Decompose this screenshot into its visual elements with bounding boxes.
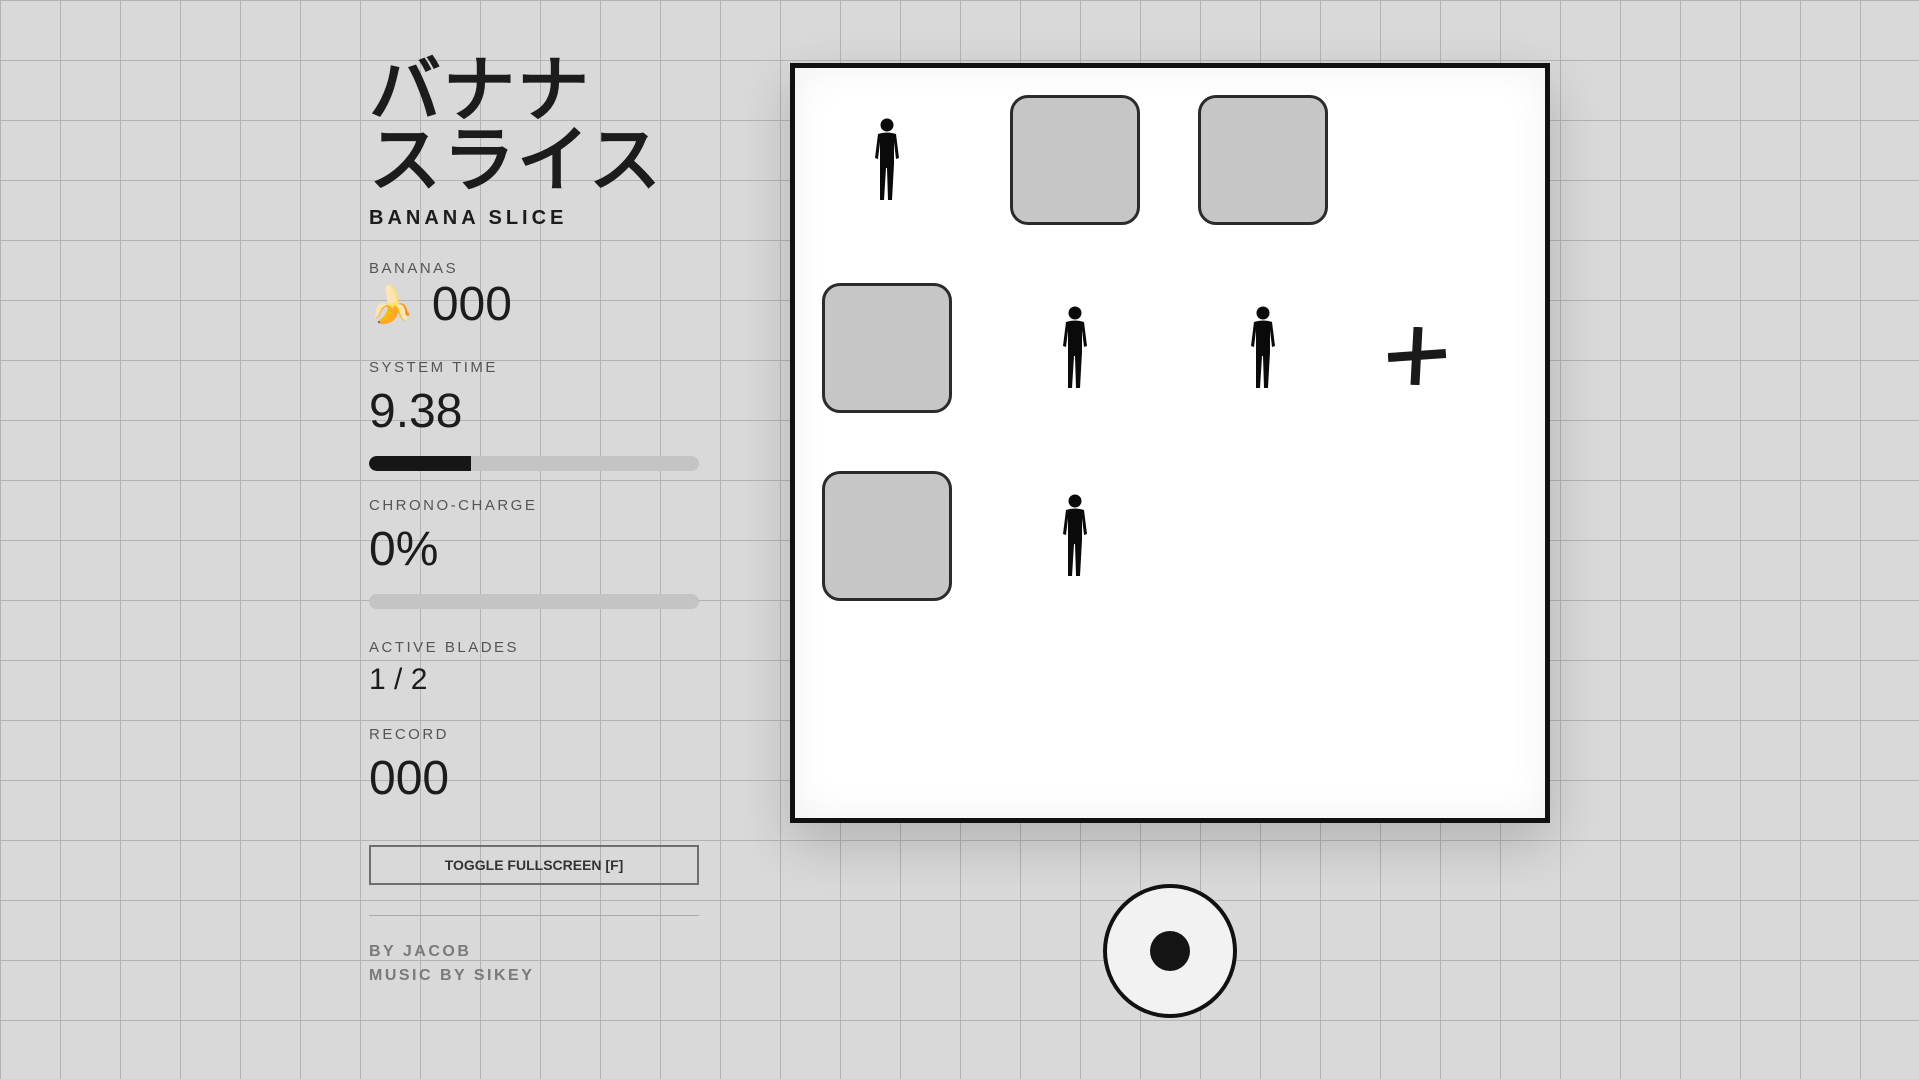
credit-music: MUSIC BY SIKEY bbox=[369, 967, 535, 984]
toggle-fullscreen-button[interactable]: TOGGLE FULLSCREEN [F] bbox=[369, 845, 699, 885]
joystick[interactable] bbox=[1103, 884, 1237, 1018]
person-icon bbox=[1246, 306, 1280, 390]
person-icon bbox=[870, 118, 904, 202]
stats-panel: バナナ スライス BANANA SLICE BANANAS 🍌 000 SYST… bbox=[369, 48, 699, 988]
board-tile[interactable] bbox=[1010, 95, 1140, 225]
title-japanese-line-1: バナナ bbox=[369, 48, 592, 132]
system-time-stat: SYSTEM TIME 9.38 bbox=[369, 359, 699, 471]
chrono-charge-bar bbox=[369, 594, 699, 609]
record-label: RECORD bbox=[369, 726, 450, 743]
title-japanese-line-2: スライス bbox=[369, 118, 663, 202]
chrono-charge-value: 0% bbox=[369, 523, 439, 576]
active-blades-label: ACTIVE BLADES bbox=[369, 639, 520, 656]
person-icon bbox=[1058, 306, 1092, 390]
credit-author: BY JACOB bbox=[369, 943, 472, 960]
active-blades-value: 1 / 2 bbox=[369, 663, 428, 696]
divider bbox=[369, 915, 699, 916]
bananas-stat: BANANAS 🍌 000 bbox=[369, 260, 699, 333]
person-icon bbox=[1058, 494, 1092, 578]
crosshair-icon bbox=[1387, 326, 1447, 386]
board-tile[interactable] bbox=[822, 471, 952, 601]
record-value: 000 bbox=[369, 752, 450, 805]
banana-icon: 🍌 bbox=[369, 284, 414, 325]
active-blades-stat: ACTIVE BLADES 1 / 2 bbox=[369, 639, 699, 700]
system-time-value: 9.38 bbox=[369, 385, 463, 438]
board-tile[interactable] bbox=[822, 283, 952, 413]
joystick-knob[interactable] bbox=[1150, 931, 1190, 971]
bananas-label: BANANAS bbox=[369, 260, 459, 277]
game-board[interactable] bbox=[790, 63, 1550, 823]
system-time-label: SYSTEM TIME bbox=[369, 359, 498, 376]
board-tile[interactable] bbox=[1198, 95, 1328, 225]
credits: BY JACOB MUSIC BY SIKEY bbox=[369, 940, 699, 988]
bananas-count: 000 bbox=[431, 278, 512, 331]
chrono-charge-label: CHRONO-CHARGE bbox=[369, 497, 538, 514]
system-time-bar bbox=[369, 456, 699, 471]
chrono-charge-stat: CHRONO-CHARGE 0% bbox=[369, 497, 699, 609]
title-japanese: バナナ スライス bbox=[369, 48, 699, 202]
record-stat: RECORD 000 bbox=[369, 726, 699, 807]
title-english: BANANA SLICE bbox=[369, 207, 568, 229]
system-time-bar-fill bbox=[369, 456, 472, 471]
bananas-row: 🍌 000 bbox=[369, 277, 699, 333]
